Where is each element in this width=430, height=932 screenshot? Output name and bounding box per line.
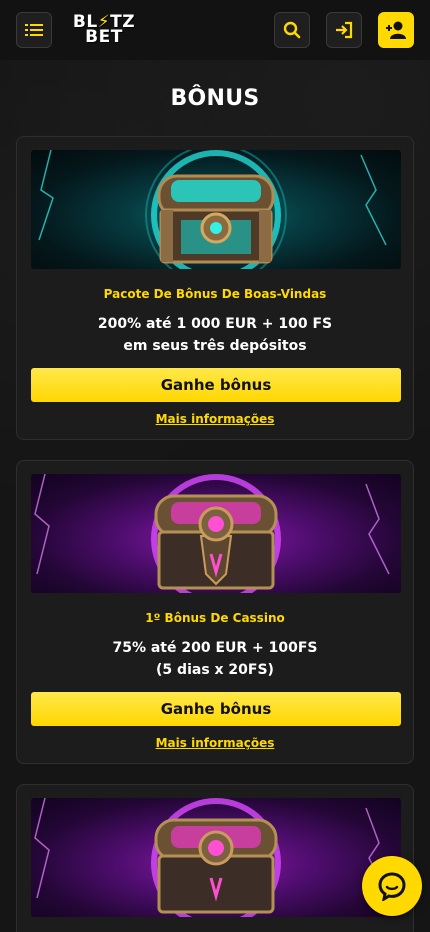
logo-text-2: BET [85, 27, 123, 47]
bonus-desc-line1: 200% até 1 000 EUR + 100 FS [97, 316, 333, 332]
bonus-card [16, 784, 414, 932]
add-user-icon [386, 21, 406, 39]
register-button[interactable] [378, 12, 414, 48]
bonus-title: 1º Bônus De Cassino [145, 611, 285, 625]
bonus-desc-line2: (5 dias x 20FS) [156, 662, 274, 678]
top-header: BL⚡TZ BET [0, 0, 430, 60]
live-chat-button[interactable] [362, 856, 422, 916]
chat-bubble-icon [378, 872, 406, 901]
page-title: BÔNUS [170, 86, 260, 111]
menu-list-icon [25, 24, 43, 36]
site-logo[interactable]: BL⚡TZ BET [68, 12, 140, 48]
bonus-banner [31, 474, 401, 593]
more-info-link[interactable]: Mais informações [17, 412, 413, 426]
claim-bonus-button[interactable]: Ganhe bônus [31, 368, 401, 402]
search-button[interactable] [274, 12, 310, 48]
search-icon [283, 21, 301, 39]
login-button[interactable] [326, 12, 362, 48]
bonus-card: 1º Bônus De Cassino 75% até 200 EUR + 10… [16, 460, 414, 764]
treasure-chest-icon [34, 474, 390, 593]
treasure-chest-icon [34, 798, 390, 917]
bonus-banner [31, 798, 401, 917]
bonus-desc-line2: em seus três depósitos [123, 338, 307, 354]
claim-bonus-button[interactable]: Ganhe bônus [31, 692, 401, 726]
bonus-desc-line1: 75% até 200 EUR + 100FS [112, 640, 318, 656]
bonus-title: Pacote De Bônus De Boas-Vindas [103, 287, 327, 301]
menu-button[interactable] [16, 12, 52, 48]
bonus-card: Pacote De Bônus De Boas-Vindas 200% até … [16, 136, 414, 440]
login-icon [336, 21, 353, 39]
bonus-banner [31, 150, 401, 269]
treasure-chest-icon [38, 150, 387, 269]
more-info-link[interactable]: Mais informações [17, 736, 413, 750]
